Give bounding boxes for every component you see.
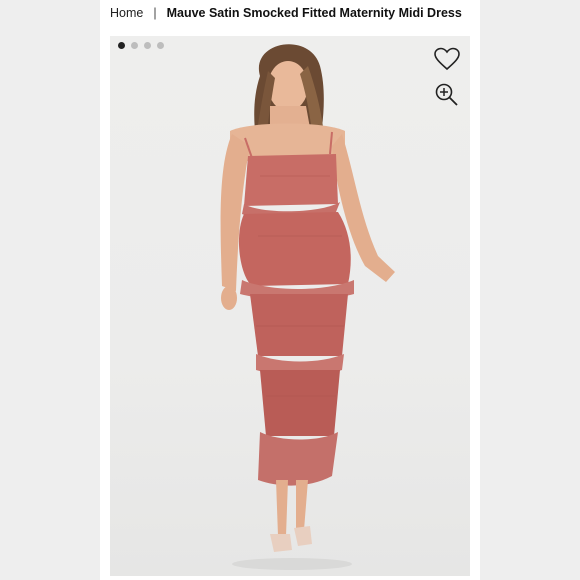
- breadcrumb-home-link[interactable]: Home: [110, 6, 143, 20]
- zoom-button[interactable]: [432, 80, 462, 110]
- carousel-dot-3[interactable]: [144, 42, 151, 49]
- product-page: Home | Mauve Satin Smocked Fitted Matern…: [100, 0, 480, 580]
- carousel-dot-2[interactable]: [131, 42, 138, 49]
- left-background: [0, 0, 100, 580]
- right-background: [480, 0, 580, 580]
- breadcrumb: Home | Mauve Satin Smocked Fitted Matern…: [110, 4, 462, 22]
- image-carousel-dots: [118, 42, 164, 49]
- breadcrumb-separator: |: [153, 6, 157, 20]
- zoom-in-icon: [435, 83, 458, 106]
- product-image[interactable]: [110, 36, 470, 576]
- breadcrumb-current-page: Mauve Satin Smocked Fitted Maternity Mid…: [166, 6, 462, 20]
- heart-icon: [434, 47, 460, 71]
- model-photo: [220, 44, 395, 570]
- favorite-button[interactable]: [432, 44, 462, 74]
- carousel-dot-1[interactable]: [118, 42, 125, 49]
- carousel-dot-4[interactable]: [157, 42, 164, 49]
